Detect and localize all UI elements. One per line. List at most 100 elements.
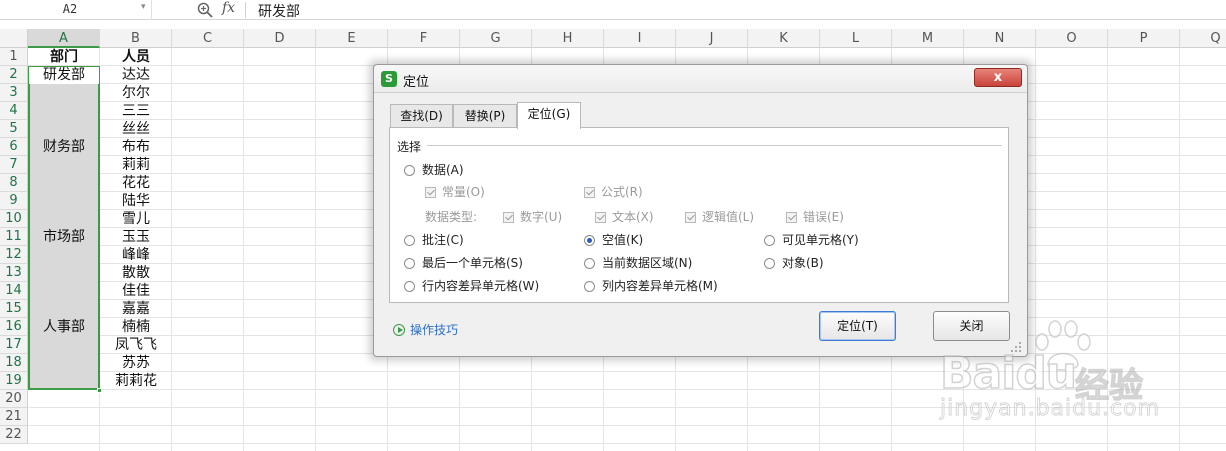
radio-selected-icon: [584, 235, 595, 246]
dialog-titlebar[interactable]: S 定位 x: [374, 65, 1027, 93]
cell-b19[interactable]: 莉莉花: [100, 372, 172, 390]
radio-circle-icon: [404, 258, 415, 269]
close-button[interactable]: x: [974, 68, 1022, 87]
cell-b13[interactable]: 散散: [100, 264, 172, 282]
tips-link[interactable]: 操作技巧: [393, 321, 458, 338]
row-header-21[interactable]: 21: [0, 408, 28, 426]
cell-b9[interactable]: 陆华: [100, 192, 172, 210]
radio-comment-label: 批注(C): [422, 233, 464, 247]
name-box[interactable]: A2 ▾: [0, 0, 152, 20]
column-header-k[interactable]: K: [748, 29, 820, 48]
checkbox-number[interactable]: 数字(U): [503, 208, 562, 225]
row-header-1[interactable]: 1: [0, 48, 28, 66]
row-header-13[interactable]: 13: [0, 264, 28, 282]
column-header-p[interactable]: P: [1108, 29, 1180, 48]
column-header-f[interactable]: F: [388, 29, 460, 48]
row-header-6[interactable]: 6: [0, 138, 28, 156]
tab-find[interactable]: 查找(D): [390, 104, 453, 128]
row-header-22[interactable]: 22: [0, 426, 28, 444]
radio-current-region[interactable]: 当前数据区域(N): [584, 254, 692, 271]
radio-data[interactable]: 数据(A): [404, 161, 464, 178]
formula-input[interactable]: 研发部: [258, 1, 300, 21]
cell-a11[interactable]: 市场部: [28, 228, 100, 246]
tips-label: 操作技巧: [410, 323, 459, 337]
radio-circle-icon: [764, 235, 775, 246]
column-header-h[interactable]: H: [532, 29, 604, 48]
cell-b14[interactable]: 佳佳: [100, 282, 172, 300]
cell-b10[interactable]: 雪儿: [100, 210, 172, 228]
row-header-18[interactable]: 18: [0, 354, 28, 372]
checkbox-error[interactable]: 错误(E): [786, 208, 844, 225]
column-header-q[interactable]: Q: [1180, 29, 1226, 48]
row-header-8[interactable]: 8: [0, 174, 28, 192]
row-header-17[interactable]: 17: [0, 336, 28, 354]
checkbox-constant[interactable]: 常量(O): [425, 183, 485, 200]
column-header-i[interactable]: I: [604, 29, 676, 48]
radio-row-diff[interactable]: 行内容差异单元格(W): [404, 277, 539, 294]
chevron-down-icon[interactable]: ▾: [141, 2, 146, 12]
goto-button[interactable]: 定位(T): [819, 311, 896, 341]
column-header-m[interactable]: M: [892, 29, 964, 48]
cell-b15[interactable]: 嘉嘉: [100, 300, 172, 318]
column-header-o[interactable]: O: [1036, 29, 1108, 48]
column-header-n[interactable]: N: [964, 29, 1036, 48]
fx-icon[interactable]: fx: [222, 0, 235, 16]
cell-b12[interactable]: 峰峰: [100, 246, 172, 264]
checkbox-formula[interactable]: 公式(R): [584, 183, 643, 200]
row-header-11[interactable]: 11: [0, 228, 28, 246]
cell-b11[interactable]: 玉玉: [100, 228, 172, 246]
zoom-icon[interactable]: [196, 1, 214, 19]
cell-b6[interactable]: 布布: [100, 138, 172, 156]
row-header-10[interactable]: 10: [0, 210, 28, 228]
row-header-5[interactable]: 5: [0, 120, 28, 138]
row-header-7[interactable]: 7: [0, 156, 28, 174]
cell-a1[interactable]: 部门: [28, 48, 100, 66]
row-header-2[interactable]: 2: [0, 66, 28, 84]
cell-b18[interactable]: 苏苏: [100, 354, 172, 372]
row-header-12[interactable]: 12: [0, 246, 28, 264]
radio-col-diff[interactable]: 列内容差异单元格(M): [584, 277, 718, 294]
cell-b1[interactable]: 人员: [100, 48, 172, 66]
watermark-brand: Baidu: [939, 347, 1078, 400]
tab-replace[interactable]: 替换(P): [453, 104, 517, 128]
column-header-g[interactable]: G: [460, 29, 532, 48]
row-header-3[interactable]: 3: [0, 84, 28, 102]
radio-data-label: 数据(A): [422, 163, 464, 177]
cell-a16[interactable]: 人事部: [28, 318, 100, 336]
radio-comment[interactable]: 批注(C): [404, 231, 464, 248]
radio-object[interactable]: 对象(B): [764, 254, 824, 271]
cell-a6[interactable]: 财务部: [28, 138, 100, 156]
row-header-16[interactable]: 16: [0, 318, 28, 336]
cell-b3[interactable]: 尔尔: [100, 84, 172, 102]
column-header-d[interactable]: D: [244, 29, 316, 48]
radio-last-cell[interactable]: 最后一个单元格(S): [404, 254, 523, 271]
cell-b7[interactable]: 莉莉: [100, 156, 172, 174]
cell-b5[interactable]: 丝丝: [100, 120, 172, 138]
checkbox-icon: [786, 212, 797, 223]
column-header-b[interactable]: B: [100, 29, 172, 48]
cell-a2[interactable]: 研发部: [28, 66, 100, 84]
tab-goto[interactable]: 定位(G): [517, 102, 581, 129]
cell-b17[interactable]: 凤飞飞: [100, 336, 172, 354]
column-header-l[interactable]: L: [820, 29, 892, 48]
row-header-14[interactable]: 14: [0, 282, 28, 300]
checkbox-text[interactable]: 文本(X): [595, 208, 654, 225]
column-header-a[interactable]: A: [28, 29, 100, 48]
checkbox-logical[interactable]: 逻辑值(L): [685, 208, 754, 225]
checkbox-number-label: 数字(U): [520, 210, 563, 224]
row-header-9[interactable]: 9: [0, 192, 28, 210]
row-header-19[interactable]: 19: [0, 372, 28, 390]
column-header-e[interactable]: E: [316, 29, 388, 48]
cell-b8[interactable]: 花花: [100, 174, 172, 192]
cell-b16[interactable]: 楠楠: [100, 318, 172, 336]
row-header-4[interactable]: 4: [0, 102, 28, 120]
radio-visible[interactable]: 可见单元格(Y): [764, 231, 859, 248]
column-header-c[interactable]: C: [172, 29, 244, 48]
radio-blank[interactable]: 空值(K): [584, 231, 643, 248]
cell-b4[interactable]: 三三: [100, 102, 172, 120]
select-all-corner[interactable]: [0, 29, 28, 48]
cell-b2[interactable]: 达达: [100, 66, 172, 84]
row-header-20[interactable]: 20: [0, 390, 28, 408]
column-header-j[interactable]: J: [676, 29, 748, 48]
row-header-15[interactable]: 15: [0, 300, 28, 318]
